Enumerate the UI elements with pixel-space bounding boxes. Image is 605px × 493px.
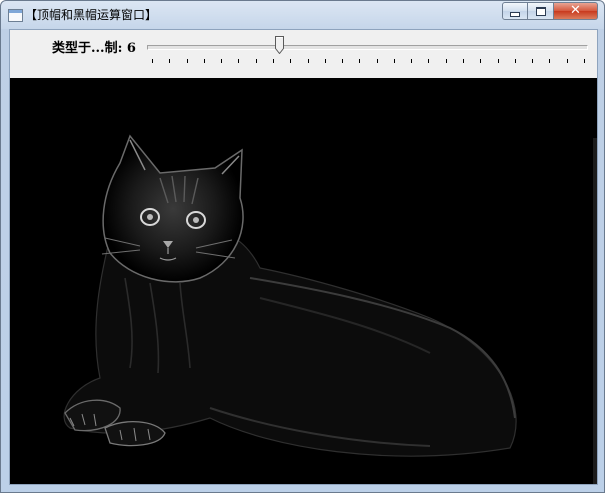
minimize-button[interactable]: [502, 2, 528, 20]
trackbar-tick: [463, 59, 464, 63]
caption-buttons: ✕: [502, 2, 598, 21]
trackbar-thumb[interactable]: [274, 36, 284, 54]
trackbar-tick: [377, 59, 378, 63]
trackbar-tick: [549, 59, 550, 63]
maximize-icon: [535, 6, 546, 16]
trackbar-tick: [273, 59, 274, 63]
trackbar-tick: [238, 59, 239, 63]
trackbar-tick: [428, 59, 429, 63]
trackbar-tick: [342, 59, 343, 63]
client-area: 类型于...制: 6: [9, 29, 598, 485]
cat-image: [10, 78, 597, 484]
minimize-icon: [510, 11, 520, 17]
trackbar-tick: [498, 59, 499, 63]
trackbar-tick: [584, 59, 585, 63]
trackbar-tick: [308, 59, 309, 63]
title-bar[interactable]: 【顶帽和黑帽运算窗口】 ✕: [1, 1, 604, 29]
app-window: 【顶帽和黑帽运算窗口】 ✕ 类型于...制: 6: [0, 0, 605, 493]
trackbar-tick: [532, 59, 533, 63]
trackbar-label: 类型于...制: 6: [52, 41, 136, 56]
window-edge-shadow: [593, 138, 597, 484]
trackbar-tick: [359, 59, 360, 63]
trackbar-tick: [187, 59, 188, 63]
close-icon: ✕: [570, 3, 581, 18]
trackbar-tick: [515, 59, 516, 63]
trackbar-tick: [411, 59, 412, 63]
trackbar-tick: [221, 59, 222, 63]
trackbar-tick: [290, 59, 291, 63]
trackbar-tick: [480, 59, 481, 63]
trackbar-tick: [256, 59, 257, 63]
trackbar-tick: [152, 59, 153, 63]
trackbar-tick: [204, 59, 205, 63]
trackbar-ticks: [152, 59, 585, 63]
trackbar-tick: [394, 59, 395, 63]
trackbar-tick: [169, 59, 170, 63]
close-button[interactable]: ✕: [554, 2, 598, 20]
trackbar-tick: [325, 59, 326, 63]
window-app-icon[interactable]: [8, 9, 23, 22]
trackbar-track[interactable]: [147, 45, 588, 50]
window-title: 【顶帽和黑帽运算窗口】: [25, 8, 158, 22]
trackbar-tick: [567, 59, 568, 63]
trackbar-panel: 类型于...制: 6: [10, 30, 597, 78]
trackbar-tick: [446, 59, 447, 63]
image-display: [10, 78, 597, 484]
maximize-button[interactable]: [528, 2, 554, 20]
